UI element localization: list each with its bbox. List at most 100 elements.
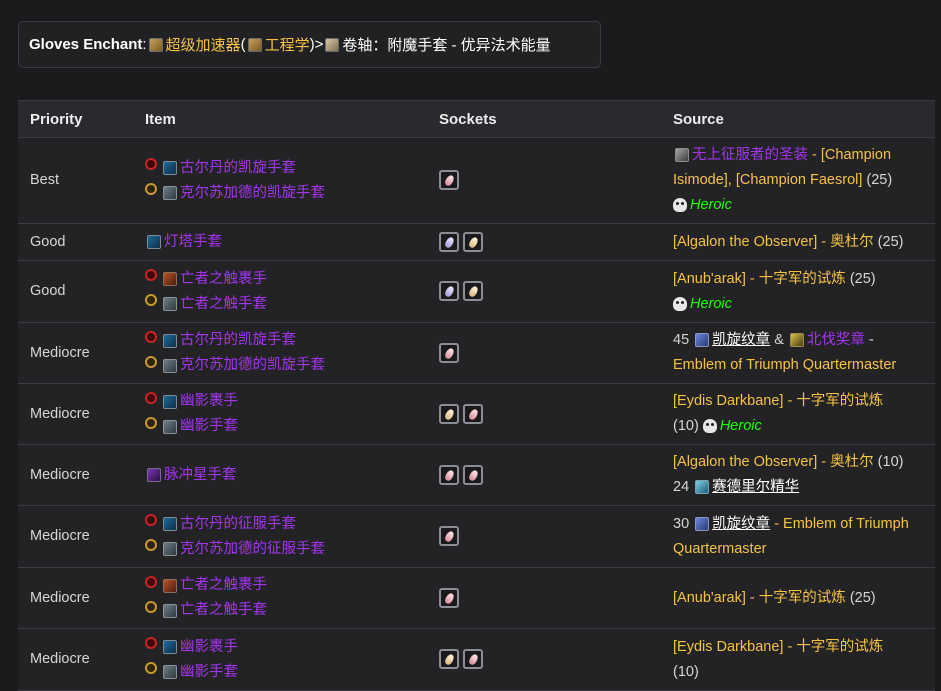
priority-cell: Best (18, 137, 133, 224)
triumph-emblem-icon (695, 333, 710, 348)
item-link[interactable]: 古尔丹的征服手套 (180, 512, 296, 537)
enchant-arrow: > (314, 36, 324, 53)
socket-icon (439, 342, 459, 363)
item-link[interactable]: 克尔苏加德的凯旋手套 (180, 353, 325, 378)
gloves-icon[interactable] (163, 358, 177, 373)
emblem-link[interactable]: 凯旋纹章 (712, 332, 770, 348)
gloves-icon[interactable] (163, 640, 177, 654)
accelerator-icon (148, 37, 163, 52)
sockets-cell (427, 137, 661, 224)
gloves-icon[interactable] (163, 542, 177, 556)
table-row: Best 古尔丹的凯旋手套 克尔苏加德的凯旋手套 无上征服者的圣装 - [Champi… (18, 137, 935, 224)
gloves-icon[interactable] (163, 603, 177, 618)
item-link[interactable]: 亡者之触手套 (180, 292, 267, 317)
table-header: Priority Item Sockets Source (18, 100, 935, 138)
gloves-icon[interactable] (163, 419, 177, 434)
priority-cell: Good (18, 260, 133, 323)
crystal-link[interactable]: 赛德里尔精华 (712, 479, 799, 495)
item-link[interactable]: 亡者之触裹手 (180, 573, 267, 598)
skull-icon (673, 296, 687, 311)
triumph-emblem-icon (695, 516, 710, 531)
item-cell: 灯塔手套 (133, 223, 427, 261)
item-link[interactable]: 克尔苏加德的凯旋手套 (180, 181, 325, 206)
item-entry: 幽影手套 (145, 414, 427, 439)
sockets-cell (427, 505, 661, 568)
vendor-link[interactable]: Emblem of Triumph Quartermaster (673, 357, 896, 373)
source-size: (10) (673, 418, 699, 434)
header-priority: Priority (18, 100, 133, 138)
gloves-icon[interactable] (163, 394, 177, 409)
item-entry: 亡者之触裹手 (145, 267, 427, 292)
heroic-label: Heroic (690, 197, 732, 213)
source-size: (25) (845, 270, 876, 287)
item-link[interactable]: 亡者之触手套 (180, 598, 267, 623)
source-npc-link[interactable]: [Anub'arak] - 十字军的试炼 (673, 271, 846, 287)
item-entry: 亡者之触手套 (145, 598, 427, 623)
medal-link[interactable]: 北伐奖章 (807, 332, 865, 348)
source-npc-link[interactable]: [Eydis Darkbane] - 十字军的试炼 (673, 639, 883, 655)
item-cell: 古尔丹的征服手套 克尔苏加德的征服手套 (133, 505, 427, 568)
scroll-icon (325, 37, 340, 52)
item-link[interactable]: 古尔丹的凯旋手套 (180, 328, 296, 353)
item-link[interactable]: 幽影手套 (180, 414, 238, 439)
alliance-icon (145, 355, 157, 368)
priority-cell: Mediocre (18, 322, 133, 384)
item-entry: 幽影裹手 (145, 635, 427, 660)
gloves-icon[interactable] (163, 272, 177, 286)
scroll-link[interactable]: 卷轴：附魔手套 - 优异法术能量 (342, 34, 550, 55)
source-cell: [Algalon the Observer] - 奥杜尔 (10) 24 赛德里尔… (661, 444, 935, 506)
gloves-icon[interactable] (163, 297, 177, 311)
priority-cell: Mediocre (18, 444, 133, 506)
enchant-link[interactable]: 超级加速器 (166, 34, 241, 55)
source-size: (25) (873, 233, 904, 250)
gloves-icon[interactable] (147, 235, 161, 249)
profession-link[interactable]: 工程学 (265, 34, 310, 55)
horde-icon (145, 391, 157, 404)
item-cell: 古尔丹的凯旋手套 克尔苏加德的凯旋手套 (133, 322, 427, 384)
emblem-link[interactable]: 凯旋纹章 (712, 516, 770, 532)
sockets-cell (427, 628, 661, 691)
gloves-icon[interactable] (163, 578, 177, 593)
header-sockets: Sockets (427, 100, 661, 138)
item-link[interactable]: 脉冲星手套 (164, 463, 237, 488)
source-cell: [Anub'arak] - 十字军的试炼 (25) (661, 567, 935, 629)
item-entry: 幽影手套 (145, 660, 427, 685)
source-item-link[interactable]: 无上征服者的圣装 (692, 147, 808, 163)
source-npc-link[interactable]: [Algalon the Observer] - 奥杜尔 (673, 454, 874, 470)
item-link[interactable]: 幽影裹手 (180, 389, 238, 414)
source-npc-link[interactable]: [Eydis Darkbane] - 十字军的试炼 (673, 393, 883, 409)
source-cell: [Eydis Darkbane] - 十字军的试炼 (10) Heroic (661, 383, 935, 445)
gloves-icon[interactable] (147, 468, 161, 482)
gloves-icon[interactable] (163, 333, 177, 348)
sockets-cell (427, 567, 661, 629)
table-row: Mediocre 古尔丹的凯旋手套 克尔苏加德的凯旋手套 45 凯旋纹章 & 北伐奖章… (18, 322, 935, 384)
socket-icon (463, 231, 483, 252)
skull-icon (673, 198, 687, 213)
alliance-icon (145, 183, 157, 195)
socket-icon (439, 649, 459, 670)
item-link[interactable]: 亡者之触裹手 (180, 267, 267, 292)
sockets-cell (427, 223, 661, 261)
item-cell: 幽影裹手 幽影手套 (133, 383, 427, 445)
heroic-label: Heroic (690, 295, 732, 312)
gloves-icon[interactable] (163, 517, 177, 531)
socket-icon (463, 649, 483, 670)
table-row: Mediocre 脉冲星手套 [Algalon the Observer] - 奥杜… (18, 444, 935, 506)
item-link[interactable]: 幽影裹手 (180, 635, 238, 660)
socket-icon (439, 231, 459, 252)
alliance-icon (145, 416, 157, 429)
item-link[interactable]: 克尔苏加德的征服手套 (180, 537, 325, 562)
source-npc-link[interactable]: [Anub'arak] - 十字军的试炼 (673, 590, 846, 606)
item-link[interactable]: 幽影手套 (180, 660, 238, 685)
item-link[interactable]: 古尔丹的凯旋手套 (180, 156, 296, 181)
socket-icon (439, 281, 459, 302)
horde-icon (145, 514, 157, 526)
gloves-enchant-box: Gloves Enchant: 超级加速器 (工程学) > 卷轴：附魔手套 - … (18, 21, 601, 68)
gloves-icon[interactable] (163, 665, 177, 679)
gloves-icon[interactable] (163, 186, 177, 200)
item-link[interactable]: 灯塔手套 (164, 230, 222, 255)
gloves-icon[interactable] (163, 161, 177, 175)
source-npc-link[interactable]: [Algalon the Observer] - 奥杜尔 (673, 234, 874, 250)
enchant-colon: : (142, 36, 147, 53)
item-entry: 古尔丹的凯旋手套 (145, 156, 427, 181)
